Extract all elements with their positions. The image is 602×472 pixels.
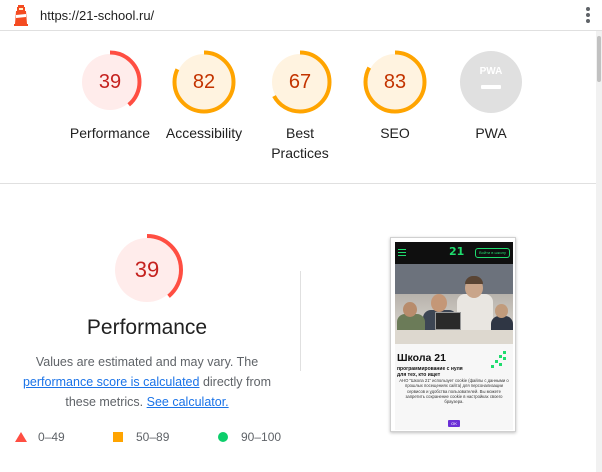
accessibility-label[interactable]: Accessibility: [149, 123, 259, 143]
screenshot-navbar: 21 Войти в школу: [395, 242, 513, 264]
best-practices-score: 67: [288, 71, 312, 93]
school21-logo: 21: [449, 245, 465, 258]
best-practices-gauge[interactable]: 67: [268, 50, 332, 114]
accessibility-score: 82: [192, 71, 216, 93]
see-calculator-link[interactable]: See calculator.: [147, 395, 229, 409]
performance-gauge[interactable]: 39: [78, 50, 142, 114]
more-options-icon[interactable]: [584, 6, 592, 26]
decorative-dots-icon: [491, 351, 506, 368]
best-practices-label[interactable]: Best Practices: [270, 123, 330, 163]
scrollbar-track[interactable]: [596, 31, 602, 472]
legend-average-range: 50–89: [136, 430, 170, 444]
seo-label[interactable]: SEO: [340, 123, 450, 143]
legend-pass-range: 90–100: [241, 430, 282, 444]
performance-score: 39: [98, 71, 122, 93]
performance-description: Values are estimated and may vary. The p…: [6, 352, 288, 412]
screenshot-title: Школа 21: [397, 352, 446, 364]
performance-title: Performance: [86, 316, 208, 339]
seo-gauge[interactable]: 83: [363, 50, 427, 114]
performance-score: 39: [134, 257, 160, 282]
report-url[interactable]: https://21-school.ru/: [40, 8, 154, 23]
screenshot-subtitle: программирование с нуля для тех, кто ище…: [397, 366, 463, 378]
page-screenshot[interactable]: 21 Войти в школу Школа 21 программирован…: [390, 237, 516, 432]
cookie-ok-button: OK: [448, 420, 460, 427]
cookie-notice: АНО "Школа 21" использует cookie (файлы …: [399, 378, 509, 405]
students-photo: [395, 264, 513, 344]
pwa-gauge[interactable]: PWA: [459, 50, 523, 114]
report-topbar: https://21-school.ru/: [0, 0, 602, 31]
green-circle-icon: [218, 432, 228, 442]
pwa-score: [459, 50, 523, 114]
performance-big-gauge: 39: [109, 232, 185, 308]
pwa-label[interactable]: PWA: [436, 123, 546, 143]
section-divider: [0, 183, 596, 184]
score-calculated-link[interactable]: performance score is calculated: [23, 375, 199, 389]
seo-score: 83: [383, 71, 407, 93]
accessibility-gauge[interactable]: 82: [172, 50, 236, 114]
lighthouse-logo-icon: [14, 5, 28, 26]
desc-prefix: Values are estimated and may vary. The: [35, 355, 259, 369]
menu-icon: [398, 249, 406, 256]
vertical-divider: [300, 271, 301, 371]
red-triangle-icon: [15, 432, 27, 442]
orange-square-icon: [113, 432, 123, 442]
legend-fail-range: 0–49: [38, 430, 65, 444]
scrollbar-thumb[interactable]: [597, 36, 601, 82]
screenshot-login-button: Войти в школу: [475, 248, 510, 258]
